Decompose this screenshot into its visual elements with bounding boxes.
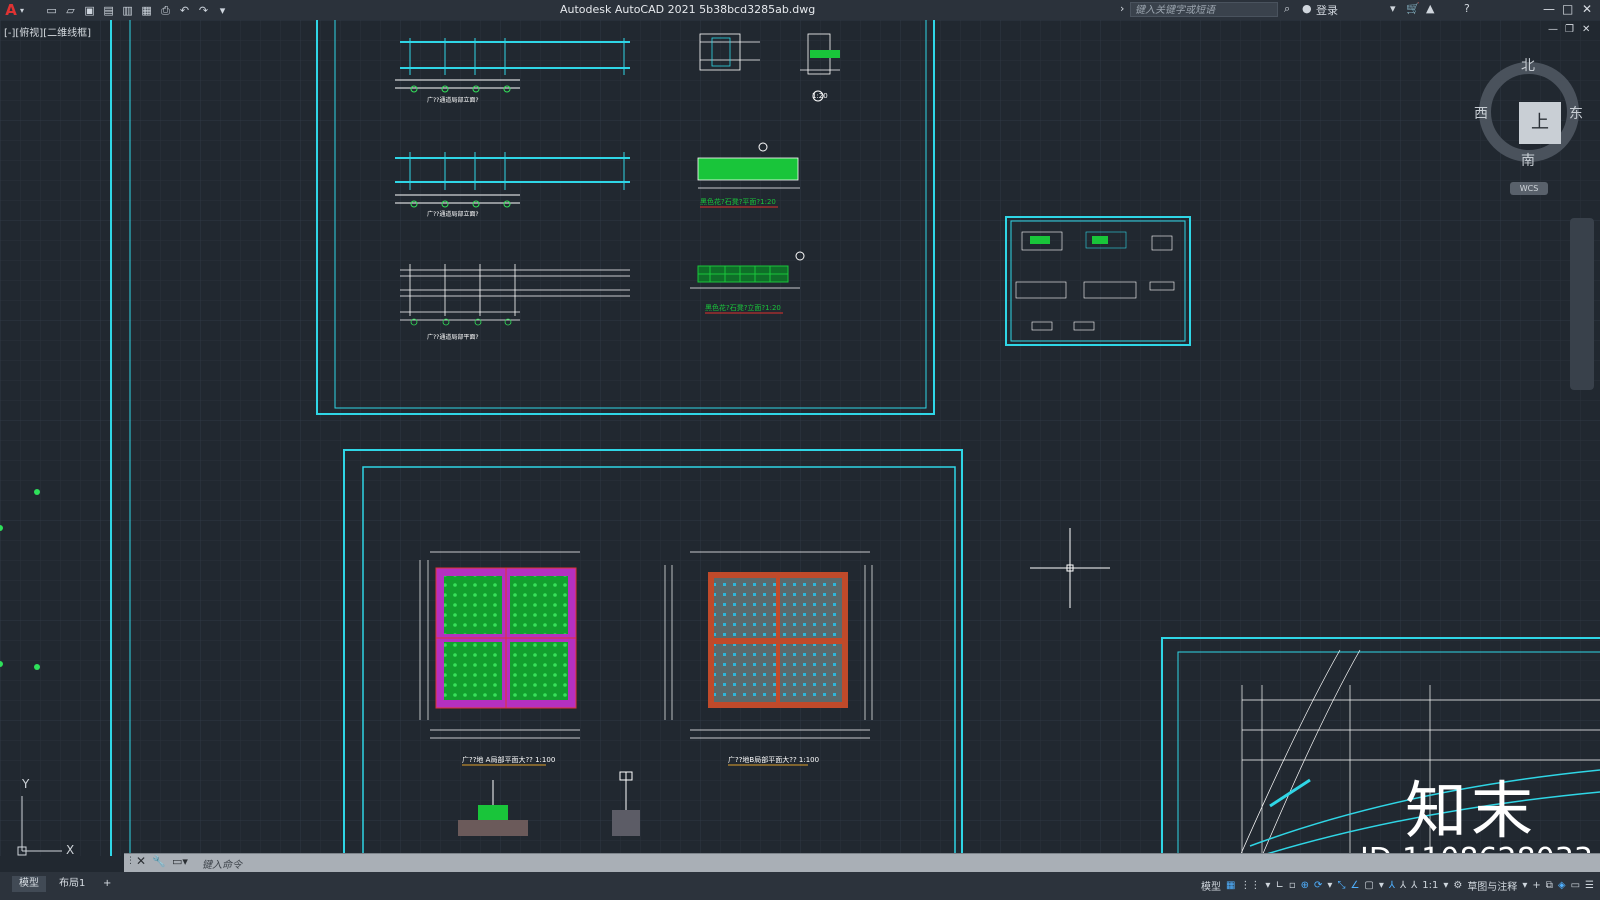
viewcube-top-face[interactable]: 上: [1519, 102, 1561, 144]
save-icon[interactable]: ▣: [82, 4, 97, 17]
close-icon[interactable]: ✕: [1582, 2, 1592, 16]
status-toggles: 模型 ▦ ⋮⋮ ▾ ∟ ▫ ⊕ ⟳ ▾ ⤡ ∠ ▢ ▾ ⅄ ⅄ ⅄ 1:1 ▾ …: [1201, 878, 1594, 893]
cart-icon[interactable]: 🛒: [1406, 2, 1420, 15]
drawing-title: 广??地 A局部平面大?? 1:100: [462, 755, 555, 764]
watermark-logo: 知末: [1405, 774, 1538, 847]
drawing-title: 广??地B局部平面大?? 1:100: [728, 755, 819, 764]
login-link[interactable]: 登录: [1316, 2, 1338, 18]
dropdown-chevron-icon[interactable]: ▾: [1379, 880, 1384, 891]
saveas-icon[interactable]: ▤: [101, 4, 116, 17]
command-grip-icon[interactable]: ⋮: [126, 856, 135, 866]
quick-access-toolbar: ▭ ▱ ▣ ▤ ▥ ▦ ⎙ ↶ ↷ ▾: [44, 4, 230, 17]
add-layout-button[interactable]: +: [96, 876, 118, 892]
open-icon[interactable]: ▱: [63, 4, 78, 17]
app-menu-chevron-icon[interactable]: ▾: [20, 6, 24, 15]
annotation-scale-value[interactable]: 1:1: [1422, 880, 1438, 891]
command-customize-icon[interactable]: 🔧: [152, 855, 166, 868]
grip-point[interactable]: [34, 489, 40, 495]
plot-preview-icon[interactable]: ▥: [120, 4, 135, 17]
isolate-objects-icon[interactable]: ⧉: [1546, 880, 1553, 891]
dropdown-chevron-icon[interactable]: ▾: [1443, 880, 1448, 891]
minimize-icon[interactable]: —: [1543, 2, 1555, 16]
print-icon[interactable]: ⎙: [158, 4, 173, 17]
publish-icon[interactable]: ▦: [139, 4, 154, 17]
autocad-logo-icon[interactable]: A: [2, 1, 20, 19]
tab-model[interactable]: 模型: [12, 876, 46, 892]
annotation-visibility-icon[interactable]: ⅄: [1389, 880, 1395, 891]
window-title: Autodesk AutoCAD 2021 5b38bcd3285ab.dwg: [560, 3, 816, 16]
new-icon[interactable]: ▭: [44, 4, 59, 17]
expand-arrow-icon[interactable]: ›: [1120, 2, 1124, 15]
compass-west[interactable]: 西: [1474, 103, 1488, 123]
infer-constraints-icon[interactable]: ∟: [1275, 880, 1283, 891]
ucs-x-label: X: [66, 843, 74, 856]
annotation-scale-icon[interactable]: ⅄: [1411, 880, 1417, 891]
redo-icon[interactable]: ↷: [196, 4, 211, 17]
dropdown-chevron-icon[interactable]: ▾: [1522, 880, 1527, 891]
object-snap-icon[interactable]: ▢: [1364, 880, 1373, 891]
plus-icon[interactable]: +: [1532, 880, 1540, 891]
dropdown-chevron-icon[interactable]: ▾: [1390, 2, 1396, 15]
grid-icon[interactable]: ▦: [1226, 880, 1235, 891]
command-input[interactable]: 键入命令: [202, 856, 242, 871]
drawing-title: 黑色花?石凳?立面?1:20: [705, 303, 781, 312]
model-space-button[interactable]: 模型: [1201, 878, 1221, 893]
dropdown-chevron-icon[interactable]: ▾: [1265, 880, 1270, 891]
hardware-acceleration-icon[interactable]: ◈: [1558, 880, 1566, 891]
snap-icon[interactable]: ⋮⋮: [1240, 880, 1260, 891]
command-line[interactable]: ⋮ ✕ 🔧 ▭▾ 键入命令: [124, 853, 1600, 872]
maximize-icon[interactable]: □: [1562, 2, 1573, 16]
dropdown-chevron-icon[interactable]: ▾: [1327, 880, 1332, 891]
clean-screen-icon[interactable]: ▭: [1571, 880, 1580, 891]
drawing-title: 广??通道局部立面?: [427, 96, 479, 104]
navigation-bar[interactable]: [1570, 218, 1594, 390]
ucs-y-label: Y: [21, 777, 30, 791]
polar-tracking-icon[interactable]: ⟳: [1314, 880, 1322, 891]
auto-scale-icon[interactable]: ⅄: [1400, 880, 1406, 891]
search-icon[interactable]: ⌕: [1284, 2, 1290, 16]
dynamic-input-icon[interactable]: ▫: [1289, 880, 1296, 891]
gear-icon[interactable]: ⚙: [1453, 880, 1462, 891]
ortho-icon[interactable]: ⊕: [1301, 880, 1309, 891]
object-snap-tracking-icon[interactable]: ∠: [1350, 880, 1359, 891]
isodraft-icon[interactable]: ⤡: [1337, 880, 1345, 891]
command-close-icon[interactable]: ✕: [136, 854, 146, 868]
wcs-menu[interactable]: WCS: [1510, 182, 1548, 195]
undo-icon[interactable]: ↶: [177, 4, 192, 17]
customize-menu-icon[interactable]: ☰: [1585, 880, 1594, 891]
status-bar: 模型 布局1 + 模型 ▦ ⋮⋮ ▾ ∟ ▫ ⊕ ⟳ ▾ ⤡ ∠ ▢ ▾ ⅄ ⅄…: [0, 872, 1600, 900]
viewcube-ring[interactable]: 上: [1479, 62, 1579, 162]
recent-commands-icon[interactable]: ▭▾: [172, 855, 188, 868]
grip-point[interactable]: [34, 664, 40, 670]
help-icon[interactable]: ?: [1464, 2, 1470, 15]
viewport-controls-label[interactable]: [-][俯视][二维线框]: [4, 24, 91, 39]
drawing-title: 黑色花?石凳?平面?1:20: [700, 197, 776, 206]
drawing-title: 广??通道局部平面?: [427, 333, 479, 341]
compass-north[interactable]: 北: [1521, 55, 1535, 75]
compass-east[interactable]: 东: [1569, 103, 1583, 123]
a360-icon[interactable]: ▲: [1426, 2, 1434, 15]
tab-layout1[interactable]: 布局1: [52, 876, 92, 892]
customize-icon[interactable]: ▾: [215, 4, 230, 17]
compass-south[interactable]: 南: [1521, 150, 1535, 170]
workspace-switch[interactable]: 草图与注释: [1467, 878, 1517, 893]
user-icon[interactable]: ●: [1302, 2, 1312, 15]
drawing-title: 广??通道局部立面?: [427, 210, 479, 218]
drawing-canvas[interactable]: 广??通道局部立面? 广??通道局部立面? 广??通道局部平面? 1:20 黑色…: [0, 20, 1600, 856]
title-bar: A ▾ ▭ ▱ ▣ ▤ ▥ ▦ ⎙ ↶ ↷ ▾ Autodesk AutoCAD…: [0, 0, 1600, 20]
search-input[interactable]: 键入关键字或短语: [1130, 2, 1278, 17]
